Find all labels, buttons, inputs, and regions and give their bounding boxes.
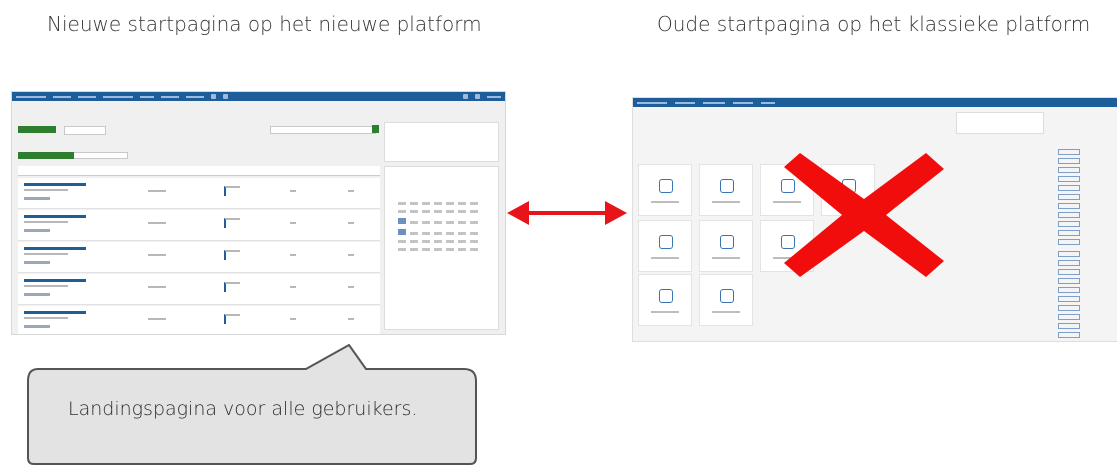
new-platform-search-button bbox=[372, 125, 379, 133]
old-platform-navbar bbox=[633, 98, 1117, 107]
table-row bbox=[18, 178, 380, 209]
new-platform-secondary-button bbox=[64, 126, 106, 135]
old-platform-tile bbox=[638, 220, 692, 272]
old-platform-tile bbox=[638, 164, 692, 216]
old-platform-tile bbox=[699, 164, 753, 216]
table-row bbox=[18, 274, 380, 305]
table-row bbox=[18, 242, 380, 273]
old-platform-hint-box bbox=[956, 112, 1044, 134]
new-platform-screenshot bbox=[11, 91, 506, 335]
old-platform-side-links bbox=[1058, 146, 1080, 248]
old-platform-tile bbox=[699, 220, 753, 272]
red-cross-icon bbox=[784, 153, 944, 277]
new-platform-search-field bbox=[270, 126, 376, 134]
old-platform-side-links bbox=[1058, 248, 1080, 341]
new-platform-calendar bbox=[396, 200, 488, 254]
double-headed-arrow-icon bbox=[507, 201, 627, 225]
callout-text: Landingspagina voor alle gebruikers. bbox=[68, 398, 418, 420]
old-homepage-caption: Oude startpagina op het klassieke platfo… bbox=[657, 12, 1091, 36]
new-platform-info-card bbox=[384, 122, 499, 162]
new-platform-table-header bbox=[18, 166, 380, 176]
new-homepage-caption: Nieuwe startpagina op het nieuwe platfor… bbox=[47, 12, 482, 36]
old-platform-tile bbox=[699, 274, 753, 326]
new-platform-primary-button bbox=[18, 126, 56, 133]
table-row bbox=[18, 306, 380, 334]
new-platform-navbar bbox=[12, 92, 505, 101]
table-row bbox=[18, 210, 380, 241]
new-platform-active-tab bbox=[18, 152, 74, 159]
old-platform-tile bbox=[638, 274, 692, 326]
